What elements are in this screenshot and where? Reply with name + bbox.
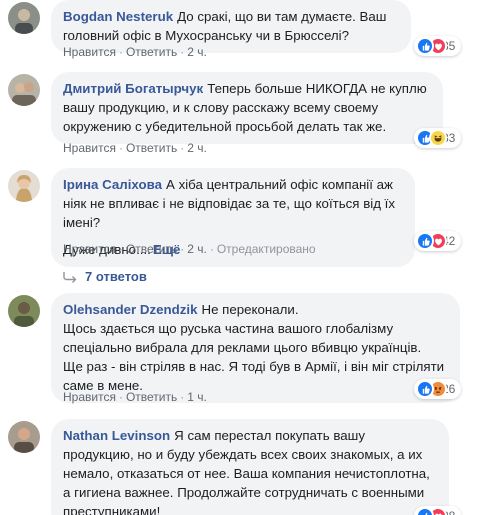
comment-author[interactable]: Olehsander Dzendzik xyxy=(63,302,197,317)
reply-link[interactable]: Ответить xyxy=(126,141,177,155)
comment-author[interactable]: Дмитрий Богатырчук xyxy=(63,81,203,96)
timestamp[interactable]: 1 ч. xyxy=(187,390,207,404)
reply-link[interactable]: Ответить xyxy=(126,390,177,404)
comment-bubble: Дмитрий Богатырчук Теперь больше НИКОГДА … xyxy=(51,72,443,144)
timestamp[interactable]: 2 ч. xyxy=(187,141,207,155)
timestamp[interactable]: 2 ч. xyxy=(187,242,207,256)
timestamp[interactable]: 2 ч. xyxy=(187,45,207,59)
reply-link[interactable]: Ответить xyxy=(126,45,177,59)
avatar[interactable] xyxy=(8,2,40,34)
avatar[interactable] xyxy=(8,170,40,202)
comment-author[interactable]: Bogdan Nesteruk xyxy=(63,9,173,24)
reaction-summary[interactable]: 35 xyxy=(414,36,462,56)
replies-count: 7 ответов xyxy=(85,269,147,284)
comment-bubble: Olehsander Dzendzik Не переконали. Щось з… xyxy=(51,293,460,403)
comment-actions: Нравится · Ответить · 2 ч. xyxy=(63,45,207,59)
reaction-summary[interactable]: 42 xyxy=(414,231,462,251)
reaction-summary[interactable]: 33 xyxy=(414,128,462,148)
edited-label[interactable]: Отредактировано xyxy=(217,242,316,256)
comment-actions: Нравится · Ответить · 2 ч. · Отредактировано xyxy=(63,242,316,256)
avatar[interactable] xyxy=(8,74,40,106)
like-reaction-icon xyxy=(416,380,434,398)
comment-text: Не переконали. xyxy=(201,302,299,317)
avatar[interactable] xyxy=(8,295,40,327)
like-link[interactable]: Нравится xyxy=(63,45,116,59)
comment-actions: Нравится · Ответить · 2 ч. xyxy=(63,141,207,155)
comment-bubble: Nathan Levinson Я сам перестал покупать в… xyxy=(51,419,449,515)
like-reaction-icon xyxy=(416,232,434,250)
like-link[interactable]: Нравится xyxy=(63,242,116,256)
like-link[interactable]: Нравится xyxy=(63,141,116,155)
view-replies-link[interactable]: 7 ответов xyxy=(63,269,147,284)
comment-author[interactable]: Ірина Саліхова xyxy=(63,177,162,192)
comment-actions: Нравится · Ответить · 1 ч. xyxy=(63,390,207,404)
reaction-summary[interactable]: 26 xyxy=(414,379,462,399)
haha-reaction-icon xyxy=(429,129,447,147)
avatar[interactable] xyxy=(8,421,40,453)
like-reaction-icon xyxy=(416,37,434,55)
like-link[interactable]: Нравится xyxy=(63,390,116,404)
comment-text-2: Щось здається що руська частина вашого г… xyxy=(63,321,422,355)
reply-link[interactable]: Ответить xyxy=(126,242,177,256)
reaction-summary[interactable]: 28 xyxy=(414,506,462,515)
reply-arrow-icon xyxy=(63,271,77,283)
comment-author[interactable]: Nathan Levinson xyxy=(63,428,170,443)
